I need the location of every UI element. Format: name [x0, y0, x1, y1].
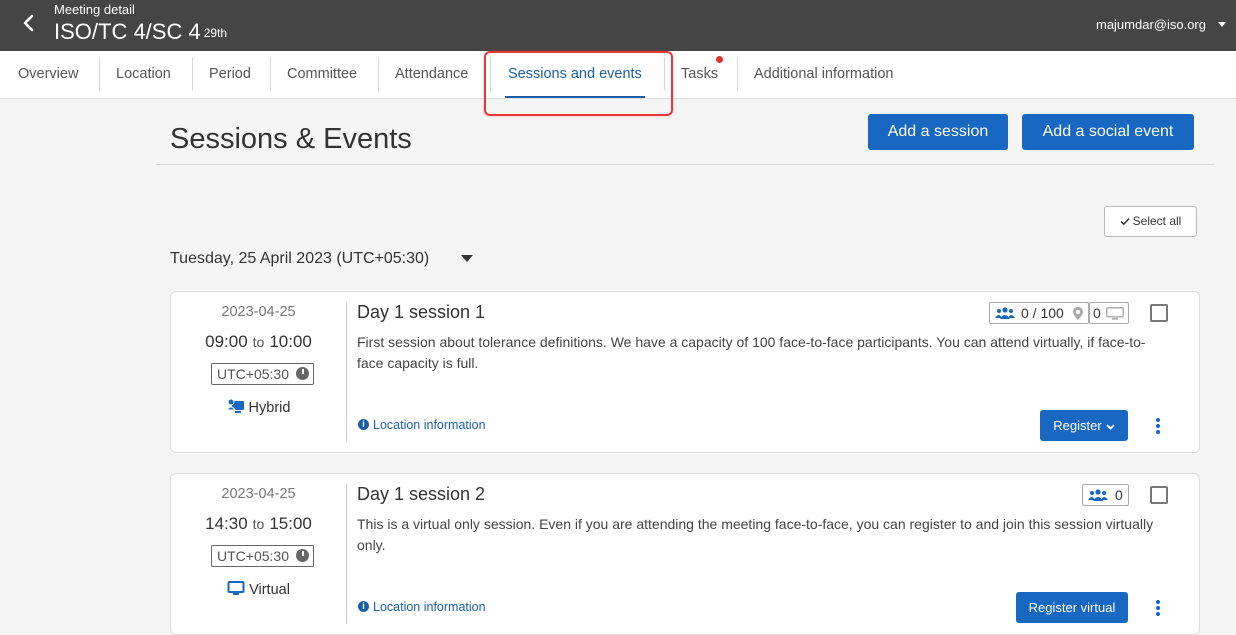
people-icon [995, 307, 1015, 319]
session-title: Day 1 session 1 [357, 302, 486, 322]
face-to-face-capacity: 0 / 100 [989, 302, 1089, 324]
meeting-edition: 29th [203, 26, 228, 40]
header-subtitle: Meeting detail [54, 2, 135, 17]
active-tab-highlight [484, 51, 673, 116]
select-all-button[interactable]: Select all [1104, 206, 1197, 237]
session-select-checkbox[interactable] [1150, 304, 1168, 322]
session-timezone-badge: UTC+05:30 [211, 363, 314, 385]
session-time-separator: to [252, 334, 265, 350]
session-time-panel: 2023-04-25 09:00 to 10:00 UTC+05:30 Hybrid [171, 292, 346, 452]
virtual-capacity: 0 [1089, 302, 1129, 324]
register-dropdown-button[interactable]: Register [1040, 410, 1128, 441]
date-group-header[interactable]: Tuesday, 25 April 2023 (UTC+05:30) [170, 250, 429, 268]
location-pin-icon [1073, 307, 1083, 320]
monitor-icon [227, 581, 245, 595]
tab-location[interactable]: Location [99, 51, 188, 98]
title-divider [156, 164, 1215, 165]
session-time-separator: to [252, 516, 265, 532]
session-mode-label: Virtual [249, 582, 290, 598]
session-description: This is a virtual only session. Even if … [357, 516, 1154, 553]
select-all-label: Select all [1132, 214, 1182, 228]
back-arrow-icon[interactable] [18, 12, 40, 34]
session-end: 10:00 [269, 332, 312, 351]
session-timezone: UTC+05:30 [217, 548, 289, 564]
page-title: Sessions & Events [170, 123, 412, 155]
more-options-icon[interactable] [1154, 600, 1162, 616]
card-divider [346, 302, 347, 442]
session-select-checkbox[interactable] [1150, 486, 1168, 504]
info-icon: i [358, 419, 369, 430]
session-start: 09:00 [205, 332, 248, 351]
user-menu-caret-icon[interactable] [1218, 22, 1226, 27]
virtual-count: 0 [1093, 305, 1101, 321]
clock-icon [296, 549, 309, 562]
meeting-title: ISO/TC 4/SC 4 29th [54, 19, 227, 45]
session-description: First session about tolerance definition… [357, 334, 1146, 371]
location-information-link[interactable]: i Location information [358, 600, 486, 614]
location-information-label: Location information [373, 600, 486, 614]
session-card: 2023-04-25 09:00 to 10:00 UTC+05:30 Hybrid… [170, 291, 1200, 453]
session-date: 2023-04-25 [221, 486, 296, 502]
location-information-label: Location information [373, 418, 486, 432]
info-icon: i [358, 601, 369, 612]
chevron-down-icon [1106, 424, 1115, 430]
register-virtual-button[interactable]: Register virtual [1016, 592, 1128, 623]
add-session-button[interactable]: Add a session [868, 114, 1008, 150]
session-title: Day 1 session 2 [357, 484, 486, 504]
tab-additional-information[interactable]: Additional information [737, 51, 910, 98]
monitor-icon [1106, 307, 1124, 320]
clock-icon [296, 367, 309, 380]
tab-committee[interactable]: Committee [270, 51, 374, 98]
check-icon [1120, 217, 1130, 226]
add-social-event-button[interactable]: Add a social event [1022, 114, 1194, 150]
more-options-icon[interactable] [1154, 418, 1162, 434]
tab-attendance[interactable]: Attendance [378, 51, 485, 98]
session-time: 09:00 to 10:00 [171, 332, 346, 352]
tab-tasks[interactable]: Tasks [664, 51, 735, 98]
tasks-notification-dot [716, 56, 723, 63]
tab-period[interactable]: Period [192, 51, 268, 98]
location-information-link[interactable]: i Location information [358, 418, 486, 432]
session-time-panel: 2023-04-25 14:30 to 15:00 UTC+05:30 Virtua… [171, 474, 346, 634]
session-date: 2023-04-25 [221, 304, 296, 320]
session-end: 15:00 [269, 514, 312, 533]
date-group-caret-icon[interactable] [461, 255, 473, 262]
tab-overview[interactable]: Overview [1, 51, 95, 98]
session-card: 2023-04-25 14:30 to 15:00 UTC+05:30 Virtua… [170, 473, 1200, 635]
face-to-face-count: 0 / 100 [1021, 305, 1064, 321]
face-to-face-capacity: 0 [1082, 484, 1129, 506]
people-icon [1088, 489, 1108, 501]
session-mode: Hybrid [171, 398, 346, 416]
hybrid-icon [226, 398, 244, 413]
register-button-label: Register [1053, 418, 1102, 433]
card-divider [346, 484, 347, 624]
session-timezone: UTC+05:30 [217, 366, 289, 382]
user-menu[interactable]: majumdar@iso.org [1096, 17, 1206, 32]
session-timezone-badge: UTC+05:30 [211, 545, 314, 567]
top-bar: Meeting detail ISO/TC 4/SC 4 29th majumda… [0, 0, 1236, 51]
session-mode-label: Hybrid [248, 400, 291, 416]
session-mode: Virtual [171, 580, 346, 598]
session-time: 14:30 to 15:00 [171, 514, 346, 534]
meeting-title-text: ISO/TC 4/SC 4 [54, 19, 201, 44]
session-start: 14:30 [205, 514, 248, 533]
face-to-face-count: 0 [1115, 487, 1123, 503]
